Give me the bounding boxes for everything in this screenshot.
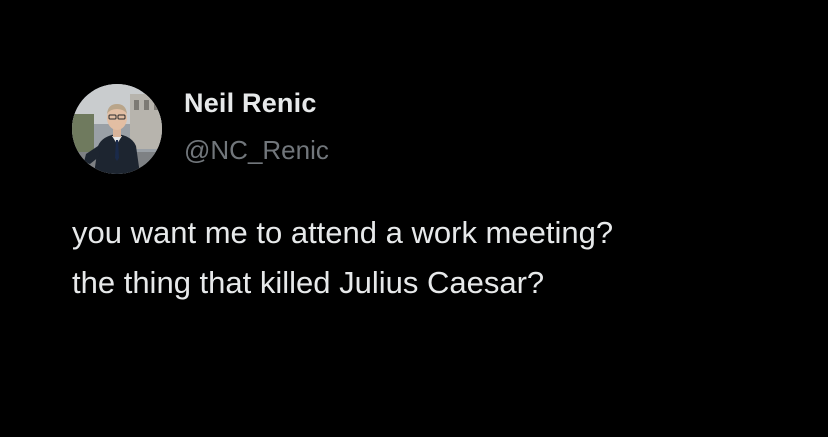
tweet-text-line: you want me to attend a work meeting? [72, 215, 614, 250]
avatar-photo-icon [72, 84, 162, 174]
author-handle[interactable]: @NC_Renic [184, 135, 329, 166]
author-avatar[interactable] [72, 84, 162, 174]
tweet-text: you want me to attend a work meeting? th… [72, 208, 792, 308]
tweet-text-line: the thing that killed Julius Caesar? [72, 265, 545, 300]
author-name[interactable]: Neil Renic [184, 88, 317, 119]
tweet-card: Neil Renic @NC_Renic you want me to atte… [0, 0, 828, 437]
